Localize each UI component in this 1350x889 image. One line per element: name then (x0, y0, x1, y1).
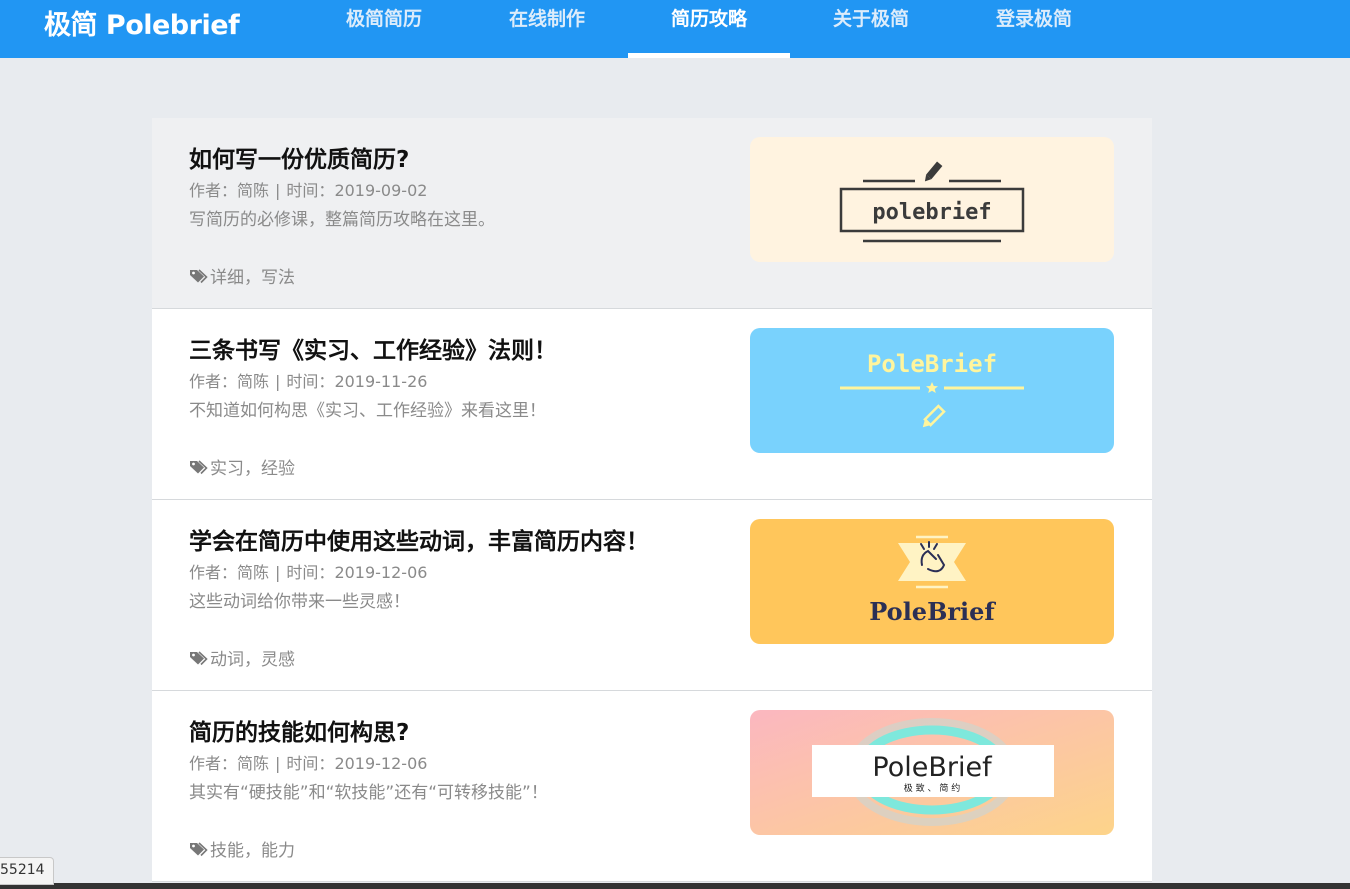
thumb-logo-text: PoleBrief (867, 350, 997, 378)
article-date: 2019-12-06 (334, 563, 428, 582)
article-title[interactable]: 学会在简历中使用这些动词，丰富简历内容！ (189, 522, 649, 556)
tags-text: 详细，写法 (210, 268, 295, 288)
article-tags: 详细，写法 (189, 263, 295, 288)
article-author: 简陈 (237, 754, 270, 773)
article-tags: 实习，经验 (189, 454, 295, 479)
article-meta: 作者：简陈 | 时间：2019-09-02 (189, 181, 428, 200)
thumb-logo-text: PoleBrief (872, 752, 993, 783)
top-navbar: 极简 Polebrief 极简简历 在线制作 简历攻略 关于极简 登录极简 (0, 0, 1350, 58)
article-summary: 不知道如何构思《实习、工作经验》来看这里！ (189, 401, 546, 421)
tag-icon (190, 841, 208, 856)
time-label: 时间： (286, 372, 335, 391)
author-label: 作者： (189, 754, 238, 773)
status-url-tooltip: 55214 (0, 857, 54, 885)
article-tags: 动词，灵感 (189, 645, 295, 670)
article-title[interactable]: 简历的技能如何构思? (189, 713, 409, 747)
author-label: 作者： (189, 181, 238, 200)
article-title[interactable]: 三条书写《实习、工作经验》法则！ (189, 331, 557, 365)
nav-item-login[interactable]: 登录极简 (953, 0, 1115, 58)
article-meta: 作者：简陈 | 时间：2019-12-06 (189, 754, 428, 773)
article-card[interactable]: 如何写一份优质简历? 作者：简陈 | 时间：2019-09-02 写简历的必修课，整… (152, 118, 1152, 309)
tags-text: 技能，能力 (210, 841, 295, 861)
article-thumbnail[interactable]: PoleBrief 极 致 、 简 约 (750, 710, 1114, 835)
bottom-edge-bar (0, 883, 1350, 889)
article-card[interactable]: 三条书写《实习、工作经验》法则！ 作者：简陈 | 时间：2019-11-26 不知道… (152, 309, 1152, 500)
thumb-logo-text: PoleBrief (869, 597, 996, 626)
tags-text: 实习，经验 (210, 459, 295, 479)
article-title[interactable]: 如何写一份优质简历? (189, 140, 409, 174)
article-author: 简陈 (237, 563, 270, 582)
tag-icon (190, 650, 208, 665)
nav-item-online-make[interactable]: 在线制作 (466, 0, 628, 58)
article-thumbnail[interactable]: PoleBrief (750, 519, 1114, 644)
article-date: 2019-09-02 (334, 181, 428, 200)
author-label: 作者： (189, 563, 238, 582)
article-card[interactable]: 简历的技能如何构思? 作者：简陈 | 时间：2019-12-06 其实有“硬技能”和… (152, 691, 1152, 882)
article-date: 2019-12-06 (334, 754, 428, 773)
article-card[interactable]: 学会在简历中使用这些动词，丰富简历内容！ 作者：简陈 | 时间：2019-12-06… (152, 500, 1152, 691)
article-list: 如何写一份优质简历? 作者：简陈 | 时间：2019-09-02 写简历的必修课，整… (152, 118, 1152, 882)
time-label: 时间： (286, 181, 335, 200)
article-meta: 作者：简陈 | 时间：2019-11-26 (189, 372, 428, 391)
tag-icon (190, 459, 208, 474)
tags-text: 动词，灵感 (210, 650, 295, 670)
nav-item-about[interactable]: 关于极简 (790, 0, 952, 58)
article-summary: 写简历的必修课，整篇简历攻略在这里。 (189, 210, 495, 230)
author-label: 作者： (189, 372, 238, 391)
time-label: 时间： (286, 754, 335, 773)
tag-icon (190, 268, 208, 283)
article-thumbnail[interactable]: polebrief (750, 137, 1114, 262)
article-author: 简陈 (237, 372, 270, 391)
time-label: 时间： (286, 563, 335, 582)
article-meta: 作者：简陈 | 时间：2019-12-06 (189, 563, 428, 582)
thumb-logo-text: polebrief (872, 200, 991, 225)
article-summary: 其实有“硬技能”和“软技能”还有“可转移技能”！ (189, 783, 548, 803)
article-date: 2019-11-26 (334, 372, 428, 391)
brand-logo-link[interactable]: 极简 Polebrief (44, 3, 240, 42)
nav-item-resume[interactable]: 极简简历 (303, 0, 465, 58)
nav-item-resume-guide[interactable]: 简历攻略 (628, 0, 790, 58)
article-author: 简陈 (237, 181, 270, 200)
thumb-logo-subtext: 极 致 、 简 约 (904, 782, 960, 794)
article-summary: 这些动词给你带来一些灵感！ (189, 592, 410, 612)
article-thumbnail[interactable]: PoleBrief (750, 328, 1114, 453)
article-tags: 技能，能力 (189, 836, 295, 861)
